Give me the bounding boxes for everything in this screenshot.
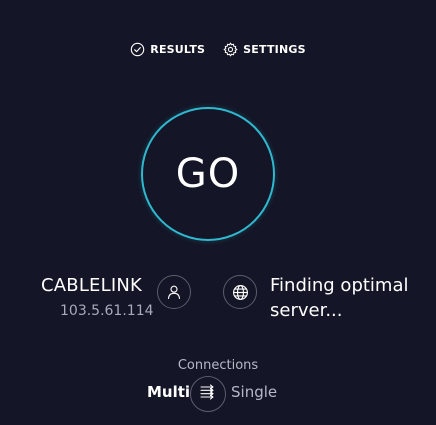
connections-toggle[interactable] — [190, 376, 226, 412]
results-label: RESULTS — [150, 43, 206, 56]
go-label: GO — [175, 151, 241, 197]
user-icon — [157, 275, 191, 309]
top-nav: RESULTS SETTINGS — [0, 42, 436, 57]
server-status: Finding optimal server... — [270, 273, 430, 323]
settings-label: SETTINGS — [243, 43, 306, 56]
go-button-wrapper: GO — [141, 107, 275, 241]
arrows-icon — [199, 383, 217, 405]
globe-icon[interactable] — [223, 275, 257, 309]
settings-link[interactable]: SETTINGS — [223, 42, 306, 57]
server-status-line2: server... — [270, 300, 343, 321]
server-status-line1: Finding optimal — [270, 275, 409, 296]
connections-multi-option[interactable]: Multi — [147, 383, 190, 401]
connections-single-option[interactable]: Single — [231, 383, 277, 401]
results-link[interactable]: RESULTS — [130, 42, 205, 57]
go-button[interactable]: GO — [141, 107, 275, 241]
provider-ip: 103.5.61.114 — [60, 303, 154, 319]
gear-icon — [223, 42, 238, 57]
check-circle-icon — [130, 42, 145, 57]
connections-title: Connections — [177, 358, 259, 373]
provider-name: CABLELINK — [41, 275, 143, 296]
